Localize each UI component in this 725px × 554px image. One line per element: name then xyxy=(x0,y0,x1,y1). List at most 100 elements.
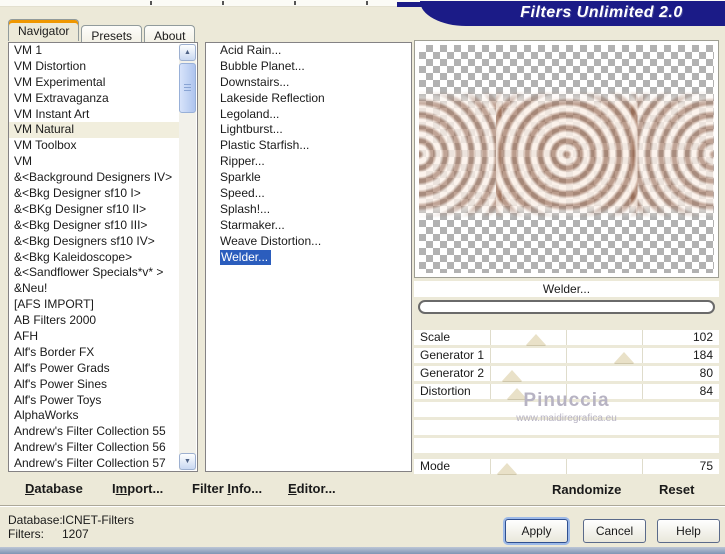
slider-mode[interactable]: Mode 75 xyxy=(414,459,719,474)
slider-label: Scale xyxy=(420,330,451,344)
list-item[interactable]: &<Bkg Kaleidoscope> xyxy=(9,250,179,266)
list-item[interactable]: AFH xyxy=(9,329,179,345)
category-listbox: VM 1 VM Distortion VM Experimental VM Extra… xyxy=(8,42,198,472)
list-item[interactable]: Bubble Planet... xyxy=(206,59,411,75)
tab-row: Navigator Presets About xyxy=(8,19,197,44)
list-item[interactable]: VM xyxy=(9,154,179,170)
menu-item-filter-info[interactable]: Filter Info... xyxy=(192,481,262,496)
list-item[interactable]: Speed... xyxy=(206,186,411,202)
slider-label: Generator 1 xyxy=(420,348,485,362)
apply-button[interactable]: Apply xyxy=(505,519,568,543)
list-item[interactable]: Alf's Power Grads xyxy=(9,361,179,377)
slider-empty-row xyxy=(414,420,719,435)
scroll-down-icon[interactable]: ▼ xyxy=(179,453,196,470)
list-item[interactable]: [AFS IMPORT] xyxy=(9,297,179,313)
filters-count-value: 1207 xyxy=(62,527,89,541)
category-scrollbar[interactable]: ▲ ▼ xyxy=(179,44,196,470)
list-item[interactable]: Starmaker... xyxy=(206,218,411,234)
list-item[interactable]: Downstairs... xyxy=(206,75,411,91)
slider-generator-1[interactable]: Generator 1 184 xyxy=(414,348,719,363)
list-item[interactable]: Lakeside Reflection xyxy=(206,91,411,107)
list-item[interactable]: Sparkle xyxy=(206,170,411,186)
slider-thumb[interactable] xyxy=(496,463,517,474)
slider-ticks xyxy=(414,459,719,474)
preview-pane xyxy=(414,40,719,278)
list-item[interactable]: Welder... xyxy=(206,249,411,266)
list-item[interactable]: Ripper... xyxy=(206,154,411,170)
slider-value: 84 xyxy=(699,384,713,398)
list-item[interactable]: Weave Distortion... xyxy=(206,234,411,250)
database-label: Database: xyxy=(8,513,63,527)
list-item[interactable]: VM Instant Art xyxy=(9,107,179,123)
list-item[interactable]: AB Filters 2000 xyxy=(9,313,179,329)
database-value: ICNET-Filters xyxy=(62,513,134,527)
slider-empty-row xyxy=(414,402,719,417)
list-item[interactable]: VM 1 xyxy=(9,43,179,59)
slider-value: 75 xyxy=(699,459,713,473)
list-item[interactable]: Lightburst... xyxy=(206,122,411,138)
separator xyxy=(0,505,725,507)
slider-value: 80 xyxy=(699,366,713,380)
filter-items: Acid Rain... Bubble Planet... Downstairs..… xyxy=(206,43,411,265)
slider-thumb[interactable] xyxy=(502,370,523,381)
list-item[interactable]: Acid Rain... xyxy=(206,43,411,59)
list-item[interactable]: &<Bkg Designer sf10 I> xyxy=(9,186,179,202)
list-item[interactable]: &<Background Designers IV> xyxy=(9,170,179,186)
list-item[interactable]: &<BKg Designer sf10 II> xyxy=(9,202,179,218)
list-item[interactable]: &<Bkg Designer sf10 III> xyxy=(9,218,179,234)
slider-thumb[interactable] xyxy=(614,352,635,363)
list-item[interactable]: VM Extravaganza xyxy=(9,91,179,107)
randomize-button[interactable]: Randomize xyxy=(552,482,621,497)
list-item[interactable]: VM Distortion xyxy=(9,59,179,75)
help-button[interactable]: Help xyxy=(657,519,720,543)
slider-scale[interactable]: Scale 102 xyxy=(414,330,719,345)
list-item[interactable]: VM Toolbox xyxy=(9,138,179,154)
list-item[interactable]: VM Experimental xyxy=(9,75,179,91)
filter-listbox: Acid Rain... Bubble Planet... Downstairs..… xyxy=(205,42,412,472)
title-banner: Filters Unlimited 2.0 xyxy=(420,1,725,26)
list-item[interactable]: Splash!... xyxy=(206,202,411,218)
reset-button[interactable]: Reset xyxy=(659,482,694,497)
menu-row: Database Import... Filter Info... Editor... xyxy=(0,478,412,504)
slider-thumb[interactable] xyxy=(506,388,527,399)
slider-label: Distortion xyxy=(420,384,471,398)
menu-item-database[interactable]: Database xyxy=(25,481,83,496)
list-item[interactable]: &<Sandflower Specials*v* > xyxy=(9,265,179,281)
list-item[interactable]: Alf's Power Toys xyxy=(9,393,179,409)
slider-empty-row xyxy=(414,438,719,453)
list-item[interactable]: AlphaWorks xyxy=(9,408,179,424)
filters-count-label: Filters: xyxy=(8,527,44,541)
scroll-up-icon[interactable]: ▲ xyxy=(179,44,196,61)
slider-value: 184 xyxy=(692,348,713,362)
category-items: VM 1 VM Distortion VM Experimental VM Extra… xyxy=(9,43,179,471)
cancel-button[interactable]: Cancel xyxy=(583,519,646,543)
scrollbar-thumb[interactable] xyxy=(179,63,196,113)
tab-navigator[interactable]: Navigator xyxy=(8,19,80,41)
slider-label: Mode xyxy=(420,459,451,473)
slider-distortion[interactable]: Distortion 84 xyxy=(414,384,719,399)
slider-label: Generator 2 xyxy=(420,366,485,380)
list-item[interactable]: Legoland... xyxy=(206,107,411,123)
page-title: Filters Unlimited 2.0 xyxy=(520,4,683,21)
list-item[interactable]: Andrew's Filter Collection 55 xyxy=(9,424,179,440)
slider-value: 102 xyxy=(692,330,713,344)
window-bottom-edge xyxy=(0,547,725,554)
sliders: Scale 102 Generator 1 184 Generator 2 80 Disto… xyxy=(414,330,719,477)
progress-bar xyxy=(418,300,715,314)
list-item[interactable]: Plastic Starfish... xyxy=(206,138,411,154)
list-item[interactable]: &<Bkg Designers sf10 IV> xyxy=(9,234,179,250)
slider-generator-2[interactable]: Generator 2 80 xyxy=(414,366,719,381)
list-item[interactable]: Alf's Border FX xyxy=(9,345,179,361)
menu-item-editor[interactable]: Editor... xyxy=(288,481,336,496)
list-item[interactable]: Alf's Power Sines xyxy=(9,377,179,393)
filter-preview-rings xyxy=(419,91,714,218)
slider-thumb[interactable] xyxy=(526,334,546,345)
list-item[interactable]: Andrew's Filter Collection 56 xyxy=(9,440,179,456)
menu-item-import[interactable]: Import... xyxy=(112,481,163,496)
list-item[interactable]: Andrew's Filter Collection 57 xyxy=(9,456,179,471)
transparency-checkerboard xyxy=(419,45,714,273)
slider-ticks xyxy=(414,330,719,345)
selected-filter-label: Welder... xyxy=(414,281,719,297)
list-item[interactable]: &Neu! xyxy=(9,281,179,297)
list-item[interactable]: VM Natural xyxy=(9,122,179,139)
